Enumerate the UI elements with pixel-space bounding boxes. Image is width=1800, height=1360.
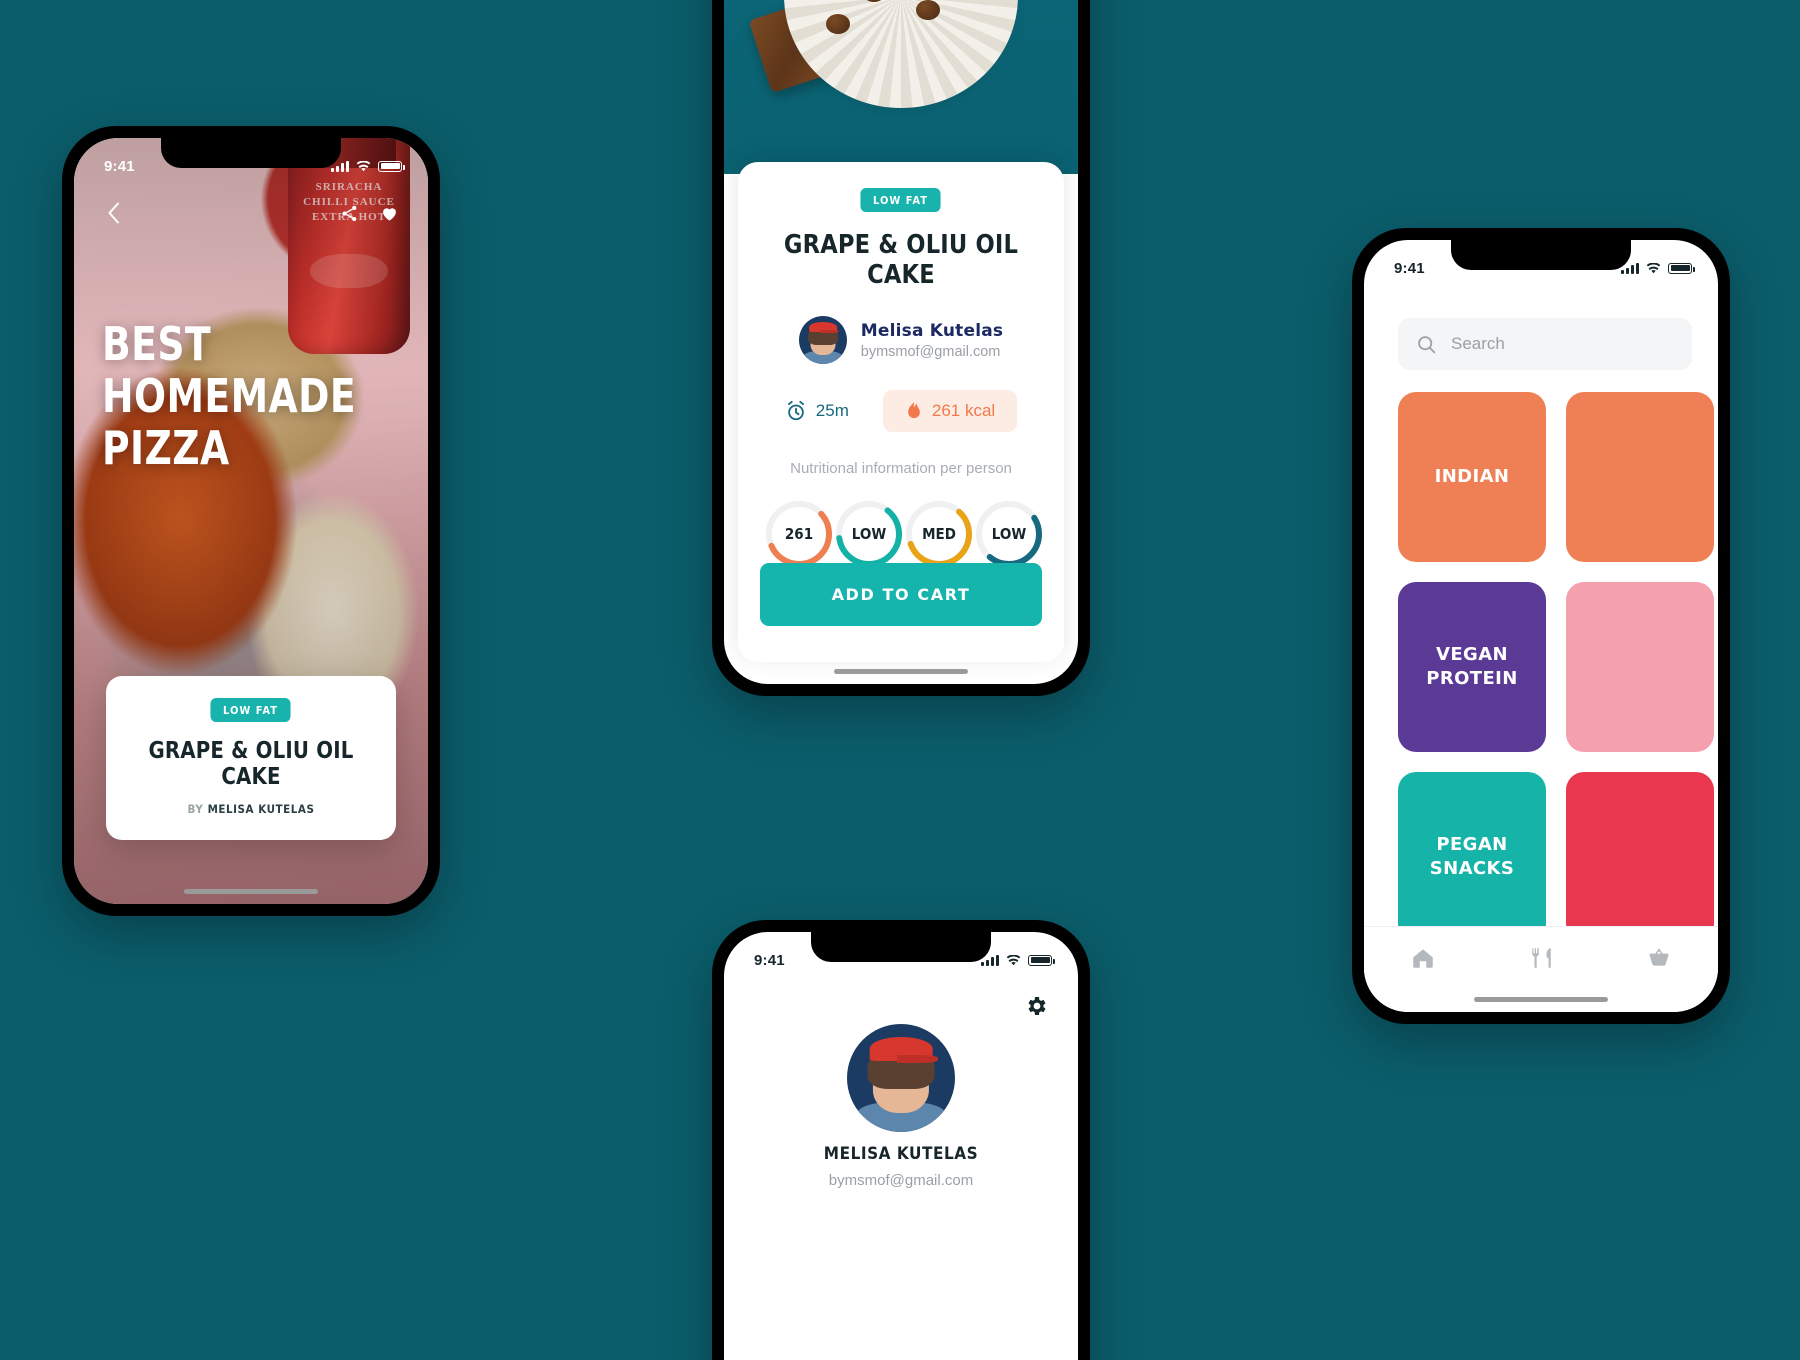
tab-recipes[interactable] [1528, 945, 1554, 976]
search-icon [1418, 335, 1436, 353]
profile-email: bymsmof@gmail.com [828, 1172, 974, 1189]
author-name: Melisa Kutelas [860, 320, 1004, 341]
calories-badge: 261 kcal [882, 390, 1018, 432]
cook-time: 25m [785, 400, 849, 422]
flame-icon [908, 401, 920, 419]
search-placeholder: Search [1451, 334, 1505, 353]
battery-icon [378, 160, 405, 172]
meta-row: 25m 261 kcal [760, 390, 1042, 432]
home-indicator[interactable] [1474, 997, 1608, 1002]
search-input[interactable]: Search [1398, 318, 1692, 370]
screenshot-canvas: SRIRACHA CHILLI SAUCE EXTRA HOT 9:41 BES… [0, 0, 1800, 1360]
hero-screen: SRIRACHA CHILLI SAUCE EXTRA HOT 9:41 BES… [74, 138, 428, 904]
ring-value: LOW [991, 525, 1027, 543]
detail-sheet: LOW FAT GRAPE & OLIU OIL CAKE Melisa Kut… [738, 162, 1064, 662]
choc-chip [916, 0, 940, 20]
avatar[interactable] [847, 1024, 955, 1132]
wifi-icon [1006, 954, 1021, 965]
detail-food-photo [724, 0, 1078, 174]
by-word: BY [187, 802, 204, 816]
phone-recipe-detail: LOW FAT GRAPE & OLIU OIL CAKE Melisa Kut… [712, 0, 1090, 696]
battery-icon [1028, 954, 1055, 966]
phone-categories: 9:41 Search INDIAN VEGAN PROTEIN PEGAN S… [1352, 228, 1730, 1024]
basket-icon [1649, 948, 1669, 966]
battery-icon [1668, 262, 1695, 274]
category-tile-vegan-protein[interactable]: VEGAN PROTEIN [1398, 582, 1546, 752]
heart-icon [382, 207, 396, 221]
author-text: Melisa Kutelas bymsmof@gmail.com [861, 321, 1003, 360]
status-time: 9:41 [754, 951, 785, 969]
share-icon [342, 205, 356, 221]
favorite-button[interactable] [372, 196, 406, 230]
ring-value: 261 [784, 525, 814, 543]
ring-kcal: 261 [764, 499, 834, 569]
nutrition-caption: Nutritional information per person [790, 460, 1012, 477]
status-time: 9:41 [104, 157, 135, 175]
bottle-seal [310, 254, 388, 288]
cook-time-value: 25m [815, 401, 849, 420]
category-tile-6[interactable] [1566, 772, 1714, 942]
status-icons [981, 954, 1055, 966]
author-email: bymsmof@gmail.com [860, 343, 1001, 360]
category-grid: INDIAN VEGAN PROTEIN PEGAN SNACKS [1398, 392, 1718, 942]
calories-value: 261 kcal [931, 401, 996, 420]
avatar-face [847, 1024, 955, 1132]
alarm-clock-icon [787, 400, 804, 421]
tab-cart[interactable] [1646, 945, 1672, 976]
profile-name: MELISA KUTELAS [823, 1144, 979, 1164]
category-tile-indian[interactable]: INDIAN [1398, 392, 1546, 562]
wifi-icon [1646, 262, 1661, 273]
hero-title-line-3: PIZZA [102, 421, 230, 475]
avatar [798, 316, 847, 364]
hero-title-line-1: BEST [102, 317, 212, 371]
wifi-icon [356, 160, 371, 171]
detail-screen: LOW FAT GRAPE & OLIU OIL CAKE Melisa Kut… [724, 0, 1078, 684]
choc-chip [862, 0, 886, 2]
notch [811, 932, 991, 962]
back-button[interactable] [96, 196, 130, 230]
ring-salt: MED [904, 499, 974, 569]
phone-recipe-hero: SRIRACHA CHILLI SAUCE EXTRA HOT 9:41 BES… [62, 126, 440, 916]
category-tile-4[interactable] [1566, 582, 1714, 752]
recipe-author: MELISA KUTELAS [207, 802, 315, 816]
badge-low-fat: LOW FAT [210, 698, 292, 722]
cookie-image [784, 0, 1018, 108]
category-tile-pegan-snacks[interactable]: PEGAN SNACKS [1398, 772, 1546, 942]
recipe-author-line: BY MELISA KUTELAS [137, 802, 366, 816]
profile-screen: 9:41 MELISA KUTELAS bymsmof@gmail.com [724, 932, 1078, 1360]
tab-home[interactable] [1410, 945, 1436, 976]
notch [1451, 240, 1631, 270]
home-icon [1413, 949, 1433, 968]
hero-title-line-2: HOMEMADE [102, 369, 357, 423]
badge-low-fat: LOW FAT [860, 188, 942, 212]
ring-value: MED [922, 525, 956, 543]
phone-profile: 9:41 MELISA KUTELAS bymsmof@gmail.com [712, 920, 1090, 1360]
category-tile-2[interactable] [1566, 392, 1714, 562]
status-icons [1621, 262, 1695, 274]
notch [161, 138, 341, 168]
hero-actions [332, 196, 406, 230]
home-indicator[interactable] [834, 669, 968, 674]
recipe-title: GRAPE & OLIU OIL CAKE [148, 738, 354, 790]
chevron-left-icon [108, 202, 119, 224]
detail-recipe-title: GRAPE & OLIU OIL CAKE [783, 230, 1019, 290]
status-time: 9:41 [1394, 259, 1425, 277]
hero-recipe-card[interactable]: LOW FAT GRAPE & OLIU OIL CAKE BY MELISA … [106, 676, 396, 840]
ring-saturates: LOW [834, 499, 904, 569]
home-indicator[interactable] [184, 889, 318, 894]
author-row[interactable]: Melisa Kutelas bymsmof@gmail.com [760, 316, 1042, 364]
categories-screen: 9:41 Search INDIAN VEGAN PROTEIN PEGAN S… [1364, 240, 1718, 1012]
hero-title: BEST HOMEMADE PIZZA [102, 318, 356, 474]
choc-chip [826, 14, 850, 34]
share-button[interactable] [332, 196, 366, 230]
add-to-cart-button[interactable]: ADD TO CART [760, 563, 1042, 626]
ring-value: LOW [851, 525, 887, 543]
avatar-face [799, 316, 847, 364]
gear-icon [1028, 997, 1046, 1015]
settings-button[interactable] [1024, 994, 1048, 1018]
hero-topbar [74, 196, 428, 230]
status-icons [331, 160, 405, 172]
cutlery-icon [1532, 948, 1551, 968]
ring-sugar: LOW [974, 499, 1044, 569]
